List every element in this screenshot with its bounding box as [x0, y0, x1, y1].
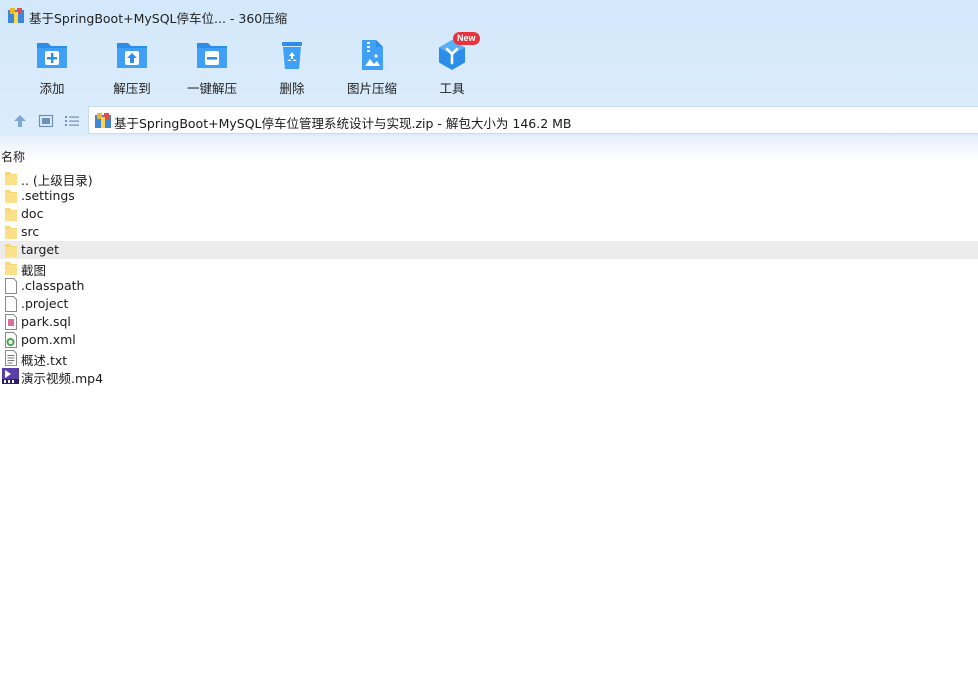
add-folder-icon	[37, 43, 67, 68]
folder-icon	[5, 226, 17, 239]
file-list: .. (上级目录) .settings doc src target 截图 .c…	[0, 169, 978, 386]
file-name: park.sql	[21, 314, 71, 329]
file-icon	[5, 296, 17, 312]
extract-folder-icon	[117, 43, 147, 68]
file-name: src	[21, 224, 40, 239]
video-file-icon	[2, 368, 19, 384]
file-name: .classpath	[21, 278, 85, 293]
extract-to-button[interactable]: 解压到	[92, 36, 172, 100]
add-button[interactable]: 添加	[12, 36, 92, 100]
delete-label: 删除	[279, 81, 305, 96]
text-file-icon	[5, 350, 17, 366]
toolbar: 添加 解压到 一键解压 删除 图片压缩 工具 New	[0, 32, 978, 102]
new-badge: New	[453, 32, 480, 45]
extract-to-label: 解压到	[113, 81, 151, 96]
tools-label: 工具	[439, 81, 465, 96]
recycle-bin-icon	[282, 42, 302, 69]
list-item[interactable]: .project	[0, 295, 978, 313]
tools-button[interactable]: 工具	[412, 36, 492, 100]
list-item[interactable]: doc	[0, 205, 978, 223]
file-icon	[5, 278, 17, 294]
list-item[interactable]: src	[0, 223, 978, 241]
list-item[interactable]: target	[0, 241, 978, 259]
folder-icon	[5, 208, 17, 221]
folder-icon	[5, 244, 17, 257]
address-bar[interactable]: 基于SpringBoot+MySQL停车位管理系统设计与实现.zip - 解包大…	[88, 106, 978, 134]
list-item[interactable]: 概述.txt	[0, 349, 978, 368]
file-name: doc	[21, 206, 44, 221]
sql-file-icon	[5, 314, 17, 330]
image-compress-label: 图片压缩	[346, 81, 397, 96]
thumbnail-view-icon[interactable]	[38, 113, 54, 129]
list-item[interactable]: 演示视频.mp4	[0, 367, 978, 386]
xml-file-icon	[5, 332, 17, 348]
file-name: pom.xml	[21, 332, 76, 347]
image-compress-button[interactable]: 图片压缩	[332, 36, 412, 100]
file-name: target	[21, 242, 60, 257]
list-item[interactable]: .settings	[0, 187, 978, 205]
archive-path: 基于SpringBoot+MySQL停车位管理系统设计与实现.zip - 解包大…	[114, 116, 572, 131]
zip-archive-icon	[8, 8, 24, 23]
file-name: .settings	[21, 188, 75, 203]
list-item[interactable]: 截图	[0, 259, 978, 278]
zip-archive-icon	[95, 113, 111, 128]
list-header	[0, 136, 978, 162]
one-click-extract-button[interactable]: 一键解压	[172, 36, 252, 100]
file-name: .project	[21, 296, 69, 311]
delete-button[interactable]: 删除	[252, 36, 332, 100]
up-arrow-icon[interactable]	[12, 113, 28, 129]
list-item[interactable]: pom.xml	[0, 331, 978, 349]
folder-icon	[5, 262, 17, 275]
one-click-extract-label: 一键解压	[186, 81, 237, 96]
list-view-icon[interactable]	[64, 113, 80, 129]
navigation-bar: 基于SpringBoot+MySQL停车位管理系统设计与实现.zip - 解包大…	[0, 106, 978, 136]
image-compress-icon	[362, 40, 383, 70]
one-click-extract-icon	[197, 43, 227, 68]
folder-icon	[5, 190, 17, 203]
list-item[interactable]: .. (上级目录)	[0, 169, 978, 188]
list-item[interactable]: park.sql	[0, 313, 978, 331]
folder-icon	[5, 172, 17, 185]
file-name: 演示视频.mp4	[21, 371, 104, 386]
list-item[interactable]: .classpath	[0, 277, 978, 295]
window-title: 基于SpringBoot+MySQL停车位... - 360压缩	[29, 11, 288, 26]
title-bar: 基于SpringBoot+MySQL停车位... - 360压缩	[0, 0, 978, 32]
column-header-name[interactable]: 名称	[1, 148, 25, 165]
add-label: 添加	[39, 81, 65, 96]
